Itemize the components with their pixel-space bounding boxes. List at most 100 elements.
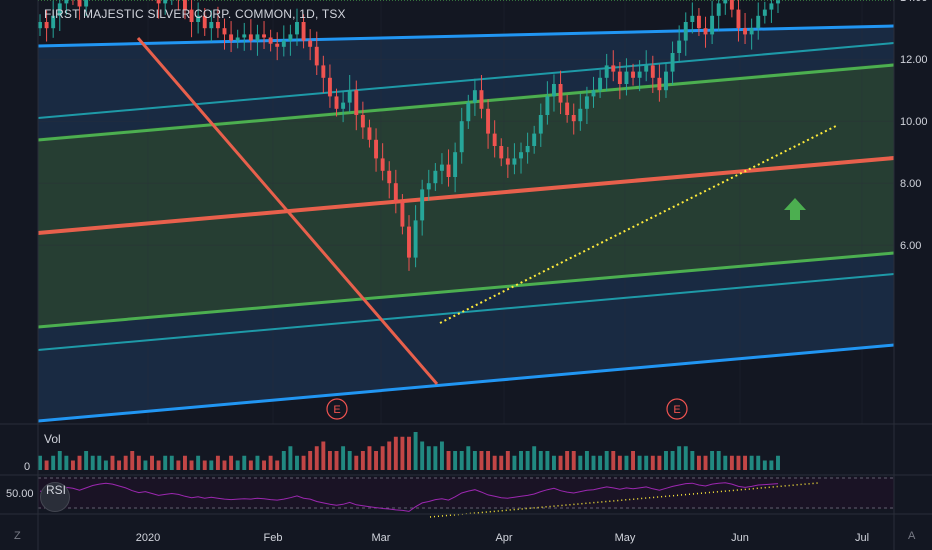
candle-body [492, 133, 497, 146]
volume-bar [281, 451, 286, 470]
volume-bar [275, 460, 280, 470]
volume-bar [295, 455, 299, 470]
volume-bar [103, 460, 108, 470]
candle-body [571, 115, 576, 122]
time-axis-tick: Feb [264, 532, 283, 544]
volume-bar [538, 451, 543, 470]
volume-bar [400, 436, 405, 470]
candle-body [334, 96, 339, 109]
volume-bar [123, 455, 128, 470]
volume-bar [591, 455, 596, 470]
volume-axis-tick: 0 [24, 461, 30, 473]
volume-bar [439, 441, 444, 470]
candle-body [407, 226, 411, 258]
candle-body [552, 84, 556, 97]
candle-body [545, 96, 550, 115]
candle-body [657, 77, 662, 91]
candle-body [683, 22, 688, 41]
candle-body [308, 40, 313, 47]
candle-body [38, 22, 42, 29]
candle-body [611, 65, 616, 72]
zoom-icon[interactable]: Z [14, 530, 21, 542]
candle-body [723, 0, 728, 4]
volume-bar [657, 455, 662, 470]
volume-bar [84, 451, 89, 470]
volume-bar [512, 455, 517, 470]
volume-bar [407, 436, 411, 470]
volume-bar [670, 451, 675, 470]
volume-bar [341, 446, 346, 470]
auto-scale-icon[interactable]: A [908, 530, 915, 542]
volume-bar [624, 455, 629, 470]
candle-body [400, 201, 405, 227]
candle-body [466, 102, 471, 122]
candle-body [433, 170, 438, 184]
time-axis-tick: 2020 [136, 532, 160, 544]
volume-bar [519, 451, 523, 470]
candle-body [710, 15, 715, 35]
volume-bar [736, 455, 741, 470]
volume-bar [492, 455, 497, 470]
volume-bar [367, 446, 372, 470]
candle-body [295, 22, 299, 35]
candle-body [762, 9, 767, 16]
volume-bar [769, 460, 774, 470]
candle-body [644, 65, 649, 72]
time-axis-tick: Jul [855, 532, 869, 544]
volume-bar [222, 460, 227, 470]
volume-bar [255, 455, 260, 470]
volume-bar [189, 460, 194, 470]
candle-body [479, 90, 484, 109]
volume-bar [762, 460, 767, 470]
candle-body [598, 77, 603, 91]
volume-bar [729, 455, 734, 470]
volume-bar [196, 455, 201, 470]
volume-bar [650, 455, 655, 470]
candle-body [624, 71, 629, 84]
candle-body [393, 183, 398, 202]
candle-body [486, 108, 491, 134]
volume-bar [552, 455, 556, 470]
candle-body [387, 170, 392, 184]
candle-body [380, 158, 385, 171]
volume-bar [209, 460, 214, 470]
price-chart[interactable]: EE 6.008.0010.0012.0014.0016.002020FebMa… [0, 0, 932, 550]
volume-bar [70, 460, 75, 470]
volume-bar [176, 460, 181, 470]
candle-body [255, 34, 260, 41]
candle-body [716, 3, 721, 16]
candle-body [374, 139, 379, 159]
volume-bar [716, 451, 721, 470]
candle-body [703, 28, 708, 35]
candle-body [637, 71, 642, 78]
volume-bar [64, 455, 69, 470]
volume-bar [664, 451, 668, 470]
candle-body [367, 127, 372, 140]
volume-bar [644, 455, 649, 470]
candle-body [327, 77, 332, 97]
volume-bar [749, 455, 754, 470]
volume-bar [38, 455, 42, 470]
volume-bar [44, 460, 49, 470]
candle-body [749, 28, 754, 35]
earnings-marker-label: E [333, 404, 340, 416]
volume-bar [486, 451, 491, 470]
candle-body [235, 37, 240, 41]
candle-body [360, 115, 365, 128]
volume-bar [143, 460, 148, 470]
candle-body [499, 146, 504, 159]
volume-bar [466, 446, 471, 470]
volume-bar [235, 460, 240, 470]
candle-body [472, 90, 477, 103]
candle-body [538, 115, 543, 134]
volume-bar [163, 455, 168, 470]
candle-body [756, 15, 761, 29]
candle-body [769, 3, 774, 10]
candle-body [776, 0, 780, 4]
candle-body [446, 164, 451, 177]
volume-bar [611, 451, 616, 470]
volume-bar [743, 455, 748, 470]
volume-bar [97, 455, 102, 470]
candle-body [163, 0, 168, 4]
volume-label: Vol [44, 432, 61, 446]
